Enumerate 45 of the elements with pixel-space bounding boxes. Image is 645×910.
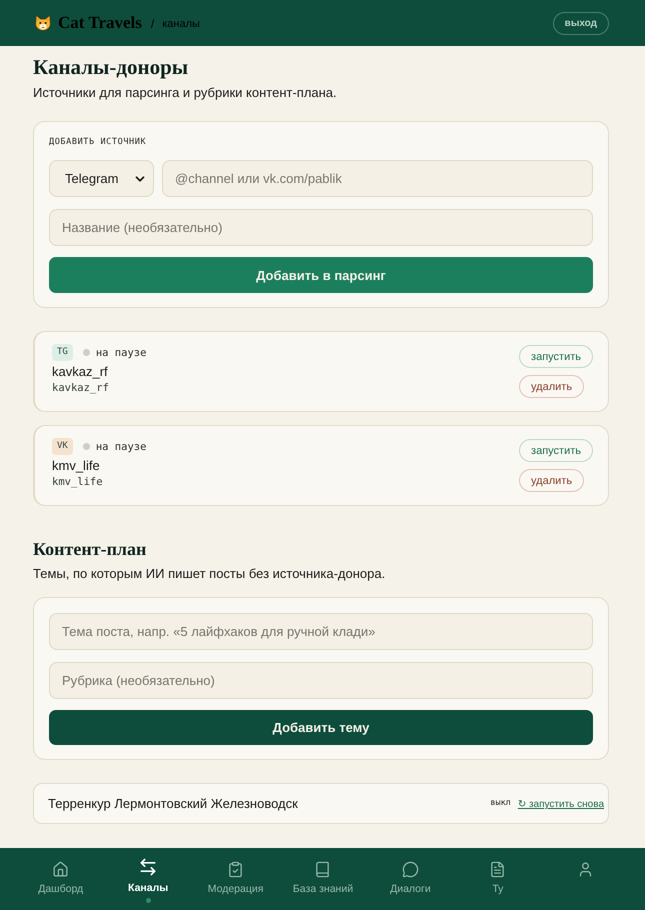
nav-item[interactable]: База знаний — [279, 848, 367, 910]
logo-text: Cat Travels — [58, 13, 142, 33]
nav-item[interactable]: Дашборд — [17, 848, 104, 910]
topic-input[interactable]: Тема поста, напр. «5 лайфхаков для ручной клади» — [49, 613, 593, 650]
channel-handle: kavkaz_rf — [52, 381, 110, 396]
topic-title: Терренкур Лермонтовский Железноводск — [48, 796, 299, 811]
arrows-left-right-icon — [138, 857, 158, 877]
platform-select[interactable]: Telegram — [49, 160, 154, 197]
nav-item[interactable]: Модерация — [192, 848, 280, 910]
active-dot-icon — [146, 898, 151, 903]
rubric-input[interactable]: Рубрика (необязательно) — [49, 662, 593, 699]
section-label: ДОБАВИТЬ ИСТОЧНИК — [49, 136, 148, 148]
platform-badge: TG — [52, 344, 73, 361]
delete-button[interactable]: удалить — [519, 375, 584, 398]
cat-face-icon — [35, 15, 51, 31]
page-subtitle: Источники для парсинга и рубрики контент-плана. — [33, 84, 338, 102]
channel-handle: kmv_life — [52, 475, 104, 490]
nav-item[interactable]: Ту — [454, 848, 542, 910]
logout-button[interactable]: выход — [552, 12, 609, 34]
page-title: Каналы-доноры — [33, 54, 190, 81]
add-topic-button[interactable]: Добавить тему — [49, 710, 593, 745]
add-to-parsing-button[interactable]: Добавить в парсинг — [49, 257, 593, 293]
status-text: на паузе — [96, 346, 146, 358]
nav-item[interactable]: Каналы — [104, 848, 192, 910]
name-input[interactable]: Название (необязательно) — [49, 209, 593, 246]
start-button[interactable]: запустить — [519, 439, 593, 462]
status-text: на паузе — [96, 440, 146, 452]
breadcrumb: каналы — [162, 18, 200, 30]
nav-item[interactable]: Диалоги — [366, 848, 454, 910]
home-icon — [52, 861, 70, 878]
section-subtitle: Темы, по которым ИИ пишет посты без источника-донора. — [33, 565, 386, 583]
topic-status: выкл — [490, 798, 511, 808]
platform-badge: VK — [52, 438, 73, 455]
channel-link-input[interactable]: @channel или vk.com/pablik — [162, 160, 593, 197]
chat-bubble-icon — [402, 861, 419, 878]
clipboard-check-icon — [227, 861, 244, 878]
document-icon — [489, 861, 506, 878]
start-button[interactable]: запустить — [519, 345, 593, 368]
channel-name: kmv_life — [52, 457, 101, 475]
breadcrumb-separator: / — [150, 17, 154, 31]
section-title: Контент-план — [33, 538, 148, 561]
restart-link[interactable]: ↻ запустить снова — [518, 799, 604, 810]
book-icon — [314, 861, 332, 878]
delete-button[interactable]: удалить — [519, 469, 584, 492]
channel-name: kavkaz_rf — [52, 363, 109, 381]
